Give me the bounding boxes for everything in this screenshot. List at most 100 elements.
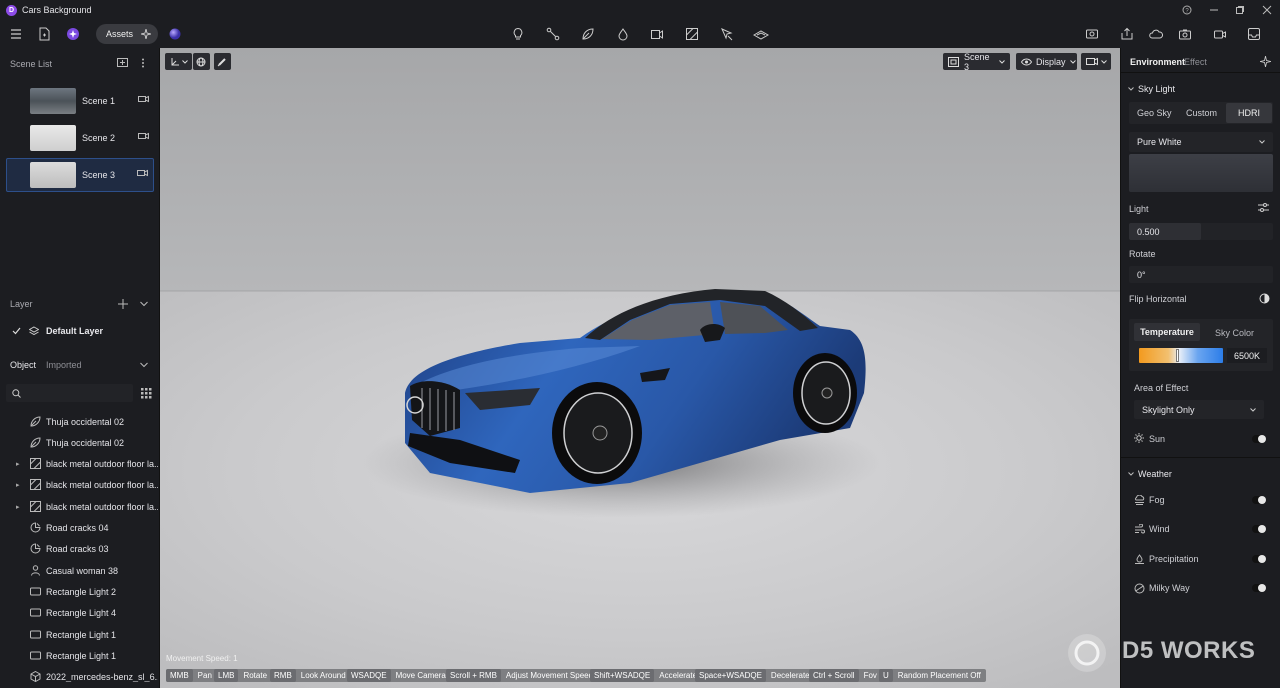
cloud-upload-icon[interactable]	[1148, 26, 1164, 42]
weather-toggle[interactable]	[1252, 496, 1266, 504]
particle-icon[interactable]	[615, 26, 631, 42]
add-scene-icon[interactable]	[117, 58, 128, 68]
screenshot-camera-icon[interactable]	[1177, 26, 1193, 42]
object-row[interactable]: Rectangle Light 1	[0, 624, 160, 645]
hdri-select[interactable]: Pure White	[1129, 132, 1273, 152]
object-row[interactable]: 2022_mercedes-benz_sl_6...	[0, 667, 160, 688]
object-row[interactable]: ▸ black metal outdoor floor la...	[0, 454, 160, 475]
scene-item-3[interactable]: Scene 3	[6, 158, 154, 192]
weather-toggle[interactable]	[1252, 525, 1266, 534]
object-row[interactable]: Rectangle Light 1	[0, 645, 160, 666]
environment-ai-icon[interactable]	[1260, 56, 1271, 67]
expand-arrow-icon[interactable]: ▸	[16, 481, 26, 489]
menu-icon[interactable]	[8, 26, 24, 42]
close-icon[interactable]	[1254, 0, 1280, 20]
world-space-button[interactable]	[193, 53, 210, 70]
rotate-field[interactable]: 0°	[1129, 266, 1273, 283]
tab-sky-color[interactable]: Sky Color	[1215, 328, 1254, 338]
temperature-slider[interactable]	[1139, 348, 1223, 363]
weather-toggle[interactable]	[1252, 583, 1266, 592]
scene-select[interactable]: Scene 3	[943, 52, 1010, 72]
terrain-icon[interactable]	[753, 26, 769, 42]
file-icon[interactable]	[36, 26, 52, 42]
scene-label: Scene 3	[82, 170, 116, 180]
tab-custom[interactable]: Custom	[1186, 108, 1217, 118]
tab-geo-sky[interactable]: Geo Sky	[1137, 108, 1172, 118]
tab-object[interactable]: Object	[10, 360, 36, 370]
shortcut-key: Shift+WSADQE	[590, 669, 655, 682]
material-sphere-icon[interactable]	[167, 26, 183, 42]
chevron-down-icon	[182, 59, 188, 64]
expand-arrow-icon[interactable]: ▸	[16, 503, 26, 511]
object-row[interactable]: Thuja occidental 02	[0, 432, 160, 453]
path-tool-icon[interactable]	[545, 26, 561, 42]
object-row[interactable]: Thuja occidental 02	[0, 411, 160, 432]
object-row[interactable]: ▸ black metal outdoor floor la...	[0, 496, 160, 517]
ai-spark-icon[interactable]	[65, 26, 81, 42]
chevron-down-icon	[1069, 59, 1076, 64]
minimize-icon[interactable]	[1201, 0, 1227, 20]
tab-effect[interactable]: Effect	[1184, 57, 1207, 67]
area-of-effect-select[interactable]: Skylight Only	[1134, 400, 1264, 419]
object-row[interactable]: Rectangle Light 2	[0, 581, 160, 602]
search-icon	[12, 388, 21, 398]
display-button[interactable]: Display	[1016, 53, 1077, 70]
restore-icon[interactable]	[1227, 0, 1253, 20]
scene-item-2[interactable]: Scene 2	[6, 121, 154, 155]
help-icon[interactable]: ?	[1174, 0, 1200, 20]
sky-light-header[interactable]: Sky Light	[1128, 84, 1175, 94]
sun-toggle[interactable]	[1252, 435, 1266, 443]
3d-viewport[interactable]: Scene 3 Display Movement Speed: 1 MMB Pan…	[160, 48, 1120, 688]
add-layer-icon[interactable]	[118, 299, 128, 309]
scene-item-1[interactable]: Scene 1	[6, 84, 154, 118]
tab-hdri[interactable]: HDRI	[1226, 103, 1272, 123]
camera-icon[interactable]	[138, 95, 150, 107]
object-row[interactable]: ▸ black metal outdoor floor la...	[0, 475, 160, 496]
more-options-icon[interactable]	[141, 58, 145, 68]
video-icon[interactable]	[1212, 26, 1228, 42]
shortcut-action: Move Camera	[395, 671, 446, 680]
expand-arrow-icon[interactable]: ▸	[16, 460, 26, 468]
assets-button[interactable]: Assets	[96, 24, 158, 44]
weather-toggle[interactable]	[1252, 554, 1266, 563]
search-input[interactable]	[25, 388, 125, 398]
object-search-field[interactable]	[6, 384, 133, 402]
camera-box-icon[interactable]	[649, 26, 665, 42]
light-intensity-field[interactable]: 0.500	[1129, 223, 1273, 240]
default-layer-row[interactable]: Default Layer	[12, 326, 103, 336]
temperature-slider-handle[interactable]	[1176, 349, 1179, 362]
light-bulb-icon[interactable]	[510, 26, 526, 42]
layer-collapse-icon[interactable]	[140, 301, 148, 307]
transform-tool-button[interactable]	[165, 53, 192, 70]
hdri-preview[interactable]	[1129, 154, 1273, 192]
flip-horizontal-icon[interactable]	[1259, 293, 1270, 304]
temperature-value-field[interactable]: 6500K	[1227, 348, 1267, 363]
grid-view-icon[interactable]	[141, 388, 152, 399]
tab-imported[interactable]: Imported	[46, 360, 82, 370]
shortcut-hint: RMB Look Around	[270, 669, 351, 682]
render-icon[interactable]	[1084, 26, 1100, 42]
object-row[interactable]: Rectangle Light 4	[0, 603, 160, 624]
select-tool-icon[interactable]	[719, 26, 735, 42]
app-logo: D	[6, 4, 17, 16]
light-settings-icon[interactable]	[1258, 203, 1269, 212]
object-row[interactable]: Road cracks 04	[0, 518, 160, 539]
object-row[interactable]: Road cracks 03	[0, 539, 160, 560]
measure-tool-button[interactable]	[214, 53, 231, 70]
hatch-tool-icon[interactable]	[684, 26, 700, 42]
tab-hdri-label: HDRI	[1238, 108, 1260, 118]
vegetation-icon[interactable]	[580, 26, 596, 42]
axis-icon	[170, 57, 180, 67]
divider	[1121, 72, 1280, 73]
tab-temperature[interactable]: Temperature	[1134, 323, 1200, 341]
export-icon[interactable]	[1119, 26, 1135, 42]
camera-icon[interactable]	[137, 169, 149, 181]
camera-view-button[interactable]	[1081, 53, 1111, 70]
filter-collapse-icon[interactable]	[140, 362, 148, 368]
inbox-icon[interactable]	[1246, 26, 1262, 42]
camera-icon[interactable]	[138, 132, 150, 144]
weather-header[interactable]: Weather	[1128, 469, 1172, 479]
check-icon[interactable]	[12, 327, 21, 335]
tab-environment[interactable]: Environment	[1130, 57, 1185, 67]
object-row[interactable]: Casual woman 38	[0, 560, 160, 581]
